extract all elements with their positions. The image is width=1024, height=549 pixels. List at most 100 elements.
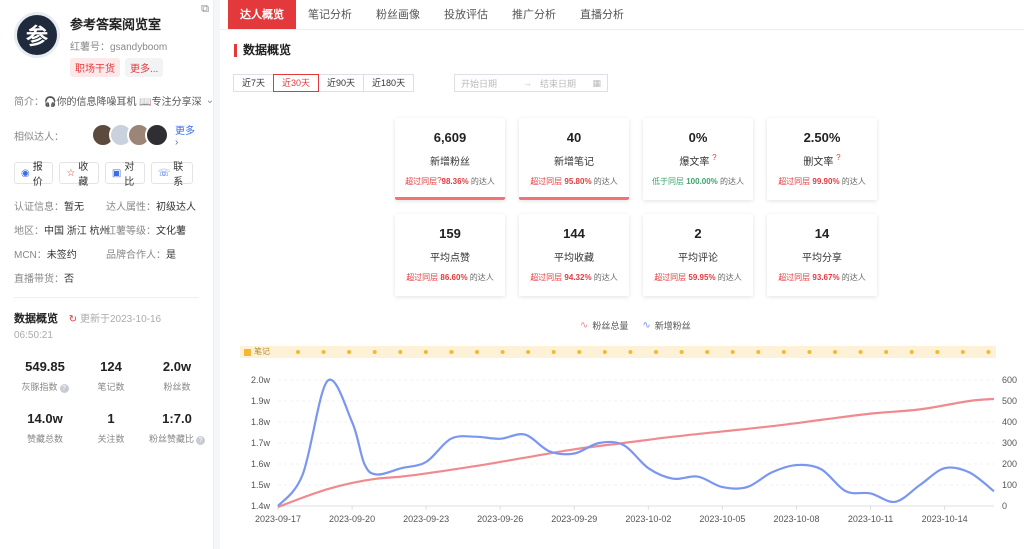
note-marker[interactable]: [730, 350, 735, 354]
note-marker[interactable]: [398, 350, 403, 354]
intro-text: 🎧你的信息降噪耳机 📖专注分享深: [44, 97, 202, 108]
legend-label: 新增粉丝: [654, 321, 691, 331]
x-tick-label: 2023-09-17: [255, 514, 301, 524]
range-180d[interactable]: 近180天: [363, 74, 415, 92]
tab-placement[interactable]: 投放评估: [432, 0, 500, 29]
note-marker[interactable]: [909, 350, 914, 354]
help-icon[interactable]: ?: [196, 436, 205, 445]
quote-button[interactable]: ◉ 报价: [14, 162, 54, 188]
note-marker[interactable]: [372, 350, 377, 354]
influencer-id: 红薯号：gsandyboom: [70, 42, 168, 53]
kpi-likes-saves: 14.0w 赞藏总数: [26, 411, 63, 444]
help-icon[interactable]: ?: [836, 153, 840, 162]
category-tag[interactable]: 职场干货: [70, 58, 120, 77]
note-marker[interactable]: [526, 350, 531, 354]
compare-icon: ▣: [111, 167, 122, 179]
kpi-index: 549.85 灰豚指数?: [14, 359, 76, 393]
intro-row[interactable]: 简介： 🎧你的信息降噪耳机 📖专注分享深 ⌄: [14, 93, 214, 108]
metric-card-viral-rate[interactable]: 0% 爆文率 ? 低于同层 100.00% 的达人: [643, 118, 753, 200]
end-date-field[interactable]: 结束日期: [540, 77, 576, 90]
divider: [14, 297, 199, 298]
metric-card-avg-likes[interactable]: 159 平均点赞 超过同层 86.60% 的达人: [395, 214, 505, 296]
sidebar-overview-title: 数据概览: [14, 313, 58, 325]
metric-cards: 6,609 新增粉丝 超过同层?98.36% 的达人 40 新增笔记 超过同层 95…: [395, 118, 877, 296]
date-range-picker[interactable]: 开始日期 → 结束日期 ▦: [454, 74, 608, 92]
legend-swatch: ∿: [580, 320, 589, 331]
note-marker[interactable]: [807, 350, 812, 354]
legend-new-fans[interactable]: ∿ 新增粉丝: [642, 319, 690, 332]
y-right-tick: 0: [1002, 501, 1007, 511]
range-30d[interactable]: 近30天: [273, 74, 320, 92]
metric-card-new-notes[interactable]: 40 新增笔记 超过同层 95.80% 的达人: [519, 118, 629, 200]
influencer-sidebar: ⧉ 参 参考答案阅览室 红薯号：gsandyboom 职场干货 更多... 简介…: [0, 0, 214, 549]
note-marker[interactable]: [500, 350, 505, 354]
similar-influencers: 相似达人： 更多 ›: [14, 122, 199, 148]
more-tags-button[interactable]: 更多...: [125, 58, 164, 77]
note-marker[interactable]: [602, 350, 607, 354]
note-marker[interactable]: [423, 350, 428, 354]
start-date-field[interactable]: 开始日期: [461, 77, 497, 90]
note-marker[interactable]: [781, 350, 786, 354]
y-right-tick: 300: [1002, 438, 1017, 448]
avatar: 参: [14, 12, 60, 58]
help-icon[interactable]: ?: [712, 153, 716, 162]
attr-brand-partner: 品牌合作人：是: [106, 250, 176, 261]
refresh-button[interactable]: ↻ 更新于2023-10-16: [69, 314, 161, 325]
tab-notes[interactable]: 笔记分析: [296, 0, 364, 29]
note-marker[interactable]: [705, 350, 710, 354]
note-marker[interactable]: [347, 350, 352, 354]
compare-label: 对比: [124, 162, 135, 188]
quote-icon: ◉: [21, 167, 30, 179]
quote-label: 报价: [32, 162, 43, 188]
legend-total-fans[interactable]: ∿ 粉丝总量: [580, 319, 628, 332]
note-marker[interactable]: [858, 350, 863, 354]
metric-card-avg-shares[interactable]: 14 平均分享 超过同层 93.67% 的达人: [767, 214, 877, 296]
x-tick-label: 2023-10-02: [625, 514, 671, 524]
note-marker[interactable]: [628, 350, 633, 354]
contact-label: 联系: [173, 162, 184, 188]
range-7d[interactable]: 近7天: [233, 74, 275, 92]
note-marker[interactable]: [296, 350, 300, 354]
help-icon[interactable]: ?: [59, 384, 69, 393]
note-marker[interactable]: [960, 350, 965, 354]
compare-button[interactable]: ▣ 对比: [104, 162, 145, 188]
metric-card-avg-comments[interactable]: 2 平均评论 超过同层 59.95% 的达人: [643, 214, 753, 296]
note-marker[interactable]: [833, 350, 837, 354]
sidebar-overview-header: 数据概览 ↻ 更新于2023-10-16 06:50:21: [14, 310, 199, 341]
tab-live[interactable]: 直播分析: [568, 0, 636, 29]
metric-card-delete-rate[interactable]: 2.50% 删文率 ? 超过同层 99.90% 的达人: [767, 118, 877, 200]
note-marker[interactable]: [986, 350, 991, 354]
attr-mcn: MCN：未签约: [14, 250, 77, 261]
note-marker[interactable]: [475, 350, 479, 354]
note-marker[interactable]: [935, 350, 940, 354]
x-tick-label: 2023-10-14: [922, 514, 968, 524]
tab-overview[interactable]: 达人概览: [228, 0, 296, 29]
metric-card-new-fans[interactable]: 6,609 新增粉丝 超过同层?98.36% 的达人: [395, 118, 505, 200]
attribute-list: 认证信息：暂无 达人属性：初级达人 地区：中国 浙江 杭州 红薯等级：文化薯 M…: [14, 198, 199, 285]
contact-button[interactable]: ☏ 联系: [150, 162, 194, 188]
tab-promotion[interactable]: 推广分析: [500, 0, 568, 29]
range-90d[interactable]: 近90天: [318, 74, 365, 92]
favorite-button[interactable]: ☆ 收藏: [59, 162, 99, 188]
similar-more-link[interactable]: 更多 ›: [175, 122, 199, 148]
note-marker[interactable]: [321, 350, 326, 354]
note-marker[interactable]: [577, 350, 582, 354]
refresh-icon: ↻: [68, 314, 78, 325]
x-tick-label: 2023-10-11: [848, 514, 893, 524]
action-buttons: ◉ 报价 ☆ 收藏 ▣ 对比 ☏ 联系: [14, 162, 199, 188]
note-marker[interactable]: [884, 350, 889, 354]
sidebar-kpi-grid: 549.85 灰豚指数? 124 笔记数 2.0w 粉丝数 14.0w 赞藏总数 1 关注…: [14, 359, 205, 445]
metric-card-avg-saves[interactable]: 144 平均收藏 超过同层 94.32% 的达人: [519, 214, 629, 296]
note-marker[interactable]: [756, 350, 761, 354]
collapse-icon[interactable]: ⧉: [198, 2, 212, 16]
chevron-down-icon[interactable]: ⌄: [206, 95, 214, 106]
note-marker[interactable]: [654, 350, 658, 354]
note-marker[interactable]: [679, 350, 684, 354]
profile-header: 参 参考答案阅览室 红薯号：gsandyboom 职场干货 更多...: [14, 12, 199, 77]
y-right-tick: 100: [1002, 480, 1017, 490]
note-marker[interactable]: [449, 350, 454, 354]
attr-level: 红薯等级：文化薯: [106, 226, 186, 237]
similar-avatar[interactable]: [145, 123, 170, 147]
tab-fans[interactable]: 粉丝画像: [364, 0, 432, 29]
note-marker[interactable]: [551, 350, 556, 354]
